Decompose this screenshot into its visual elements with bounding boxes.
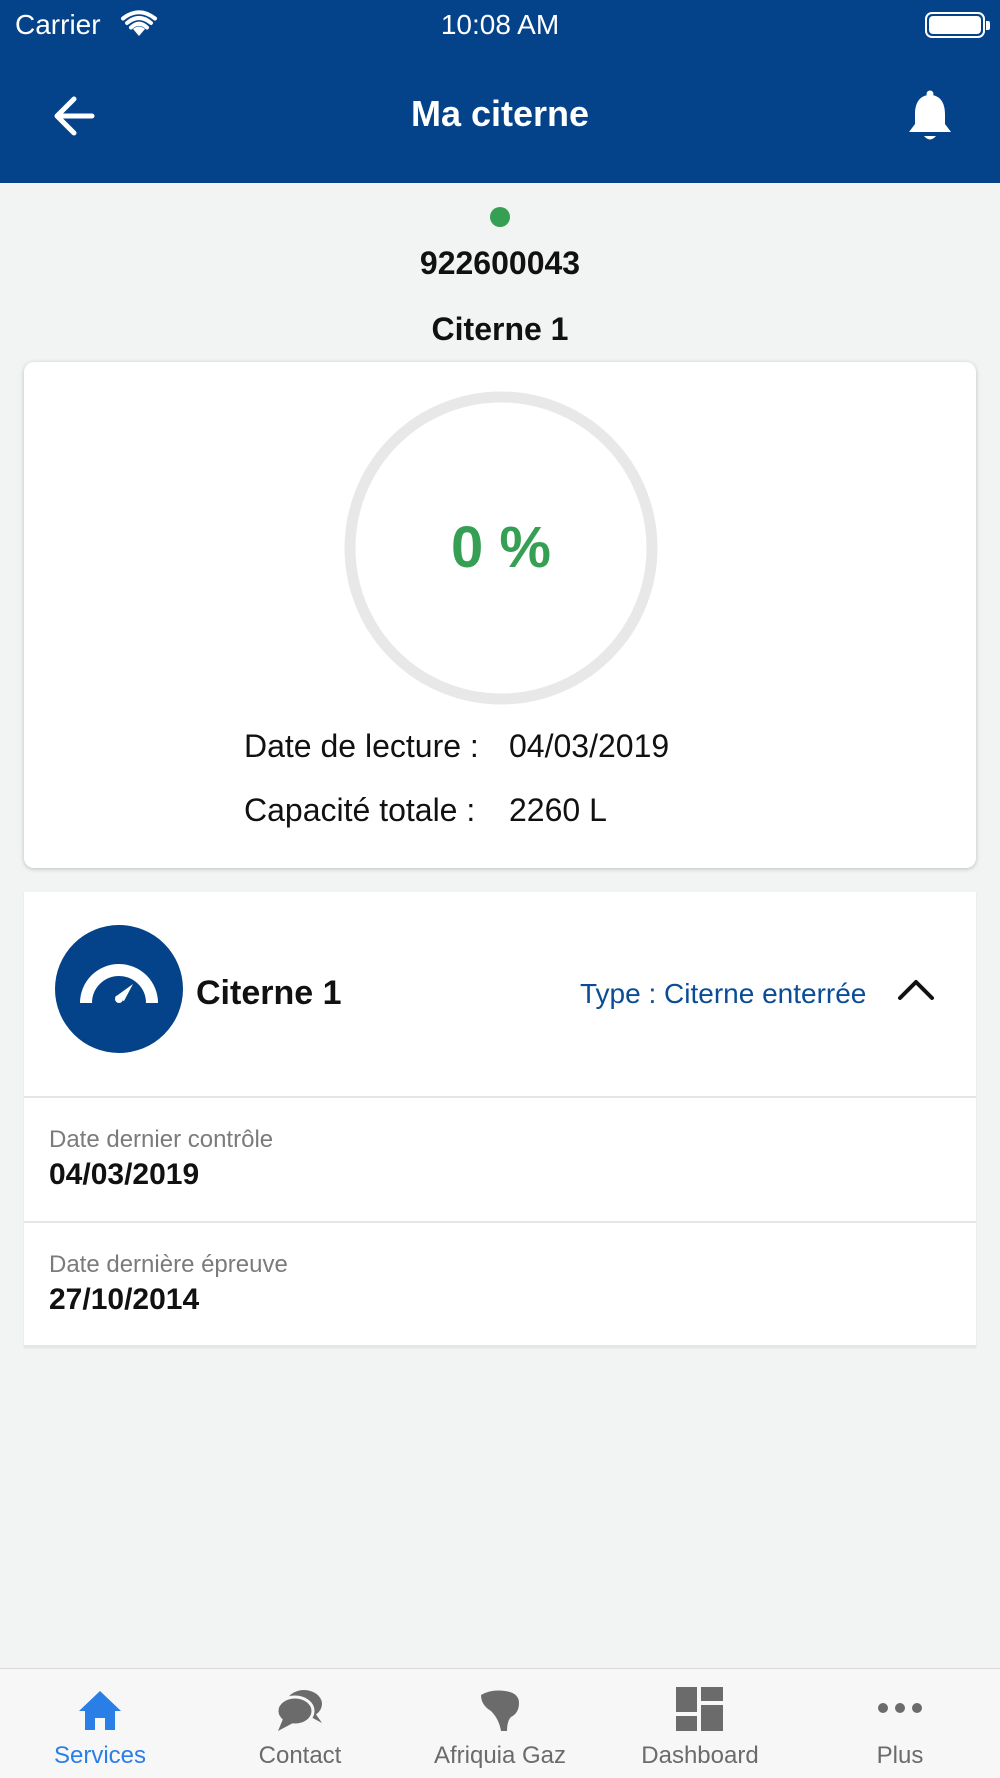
divider xyxy=(24,1096,976,1098)
chat-bubbles-icon xyxy=(275,1690,322,1731)
divider xyxy=(24,1221,976,1223)
tank-number: 922600043 xyxy=(419,245,581,281)
chevron-up-icon xyxy=(898,980,934,1000)
tab-label: Services xyxy=(53,1742,147,1769)
tab-services[interactable]: Services xyxy=(0,1669,200,1778)
tank-type: Type : Citerne enterrée xyxy=(580,978,867,1009)
tab-dashboard[interactable]: Dashboard xyxy=(600,1669,800,1778)
afriquia-logo-icon xyxy=(481,1690,519,1731)
read-date-row: Date de lecture : 04/03/2019 xyxy=(244,728,669,765)
more-dots-icon xyxy=(878,1703,922,1713)
divider xyxy=(24,1345,976,1347)
tank-avatar xyxy=(55,925,183,1053)
collapse-button[interactable] xyxy=(894,972,938,1008)
battery-level xyxy=(929,16,981,34)
tank-name: Citerne 1 xyxy=(431,311,569,347)
tab-contact[interactable]: Contact xyxy=(200,1669,400,1778)
tab-label: Contact xyxy=(258,1742,342,1769)
notifications-button[interactable] xyxy=(900,86,960,146)
tank-details-card: Citerne 1 Type : Citerne enterrée Date d… xyxy=(24,892,976,1347)
tab-plus[interactable]: Plus xyxy=(800,1669,1000,1778)
capacity-value: 2260 L xyxy=(509,792,607,828)
gauge-meter-icon xyxy=(80,964,158,1004)
last-control-value: 04/03/2019 xyxy=(49,1158,200,1191)
tab-label: Afriquia Gaz xyxy=(433,1742,567,1769)
tab-label: Plus xyxy=(876,1742,924,1769)
last-test-label: Date dernière épreuve xyxy=(49,1251,288,1278)
clock: 10:08 AM xyxy=(440,9,560,40)
details-title: Citerne 1 xyxy=(196,974,342,1012)
last-control-label: Date dernier contrôle xyxy=(49,1126,274,1153)
app-header: Carrier 10:08 AM Ma citerne xyxy=(0,0,1000,183)
status-bar: Carrier 10:08 AM xyxy=(0,0,1000,50)
read-date-value: 04/03/2019 xyxy=(509,728,670,764)
read-date-label: Date de lecture : xyxy=(244,728,479,764)
tab-label: Dashboard xyxy=(641,1742,759,1769)
level-card: 0 % Date de lecture : 04/03/2019 Capacité… xyxy=(24,362,976,868)
tab-afriquia-gaz[interactable]: Afriquia Gaz xyxy=(400,1669,600,1778)
tab-bar: Services Contact Afriquia Gaz Dashboard xyxy=(0,1668,1000,1778)
capacity-row: Capacité totale : 2260 L xyxy=(244,792,607,829)
details-header[interactable]: Citerne 1 Type : Citerne enterrée xyxy=(24,892,976,1096)
page-title: Ma citerne xyxy=(410,93,590,134)
dashboard-grid-icon xyxy=(676,1687,723,1731)
home-icon xyxy=(79,1691,121,1730)
status-dot xyxy=(490,207,510,227)
last-test-value: 27/10/2014 xyxy=(49,1283,200,1316)
capacity-label: Capacité totale : xyxy=(244,792,476,828)
bell-icon xyxy=(909,90,951,140)
battery-icon xyxy=(925,12,990,38)
level-percent: 0 % xyxy=(451,515,551,580)
